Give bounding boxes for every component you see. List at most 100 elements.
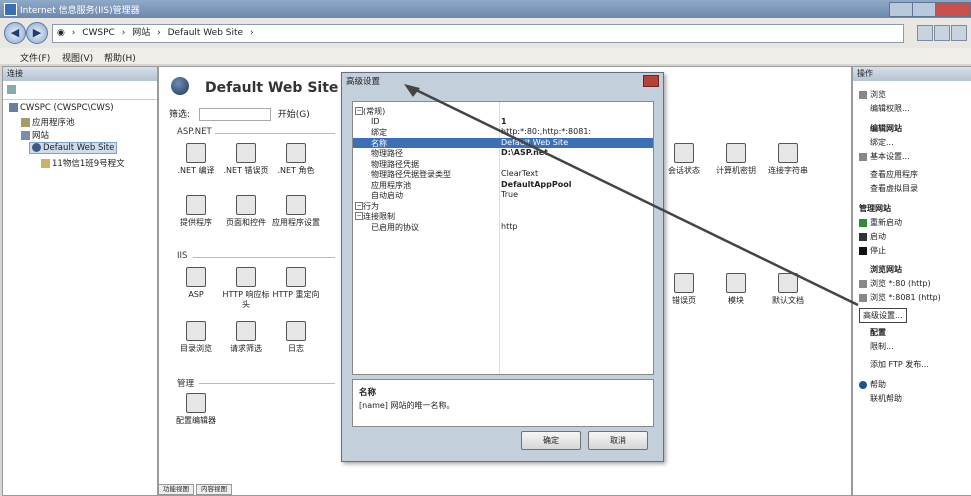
- tree-item-default-web-site[interactable]: Default Web Site: [29, 142, 118, 154]
- action-view-vdirs[interactable]: 查看虚拟目录: [870, 183, 918, 194]
- maximize-button[interactable]: [912, 2, 936, 17]
- action-browse-80[interactable]: 浏览 *:80 (http): [859, 278, 931, 289]
- property-grid[interactable]: − (常规) ID 1 绑定 http:*:80:,http:*:8081: 名称 Defau…: [352, 101, 654, 375]
- action-start[interactable]: 启动: [859, 231, 886, 242]
- breadcrumb[interactable]: ◉ › CWSPC › 网站 › Default Web Site ›: [52, 24, 904, 43]
- tree-label: 应用程序池: [32, 118, 75, 128]
- feature-error-pages[interactable]: 错误页: [659, 273, 709, 306]
- feature-directory-browsing[interactable]: 目录浏览: [171, 321, 221, 354]
- error-page-icon: [236, 143, 256, 163]
- error-pages-icon: [674, 273, 694, 293]
- property-key: (常规): [363, 107, 386, 116]
- tab-content-view[interactable]: 内容视图: [196, 484, 232, 495]
- action-limits[interactable]: 限制...: [870, 341, 894, 352]
- feature-label: .NET 编译: [177, 166, 215, 175]
- help-icon[interactable]: [951, 25, 967, 41]
- property-value: http: [501, 221, 518, 231]
- feature-logging[interactable]: 日志: [271, 321, 321, 354]
- feature-net-error-pages[interactable]: .NET 错误页: [221, 143, 271, 176]
- cancel-button[interactable]: 取消: [588, 431, 648, 450]
- breadcrumb-item[interactable]: CWSPC: [82, 28, 115, 38]
- site-icon: ◉: [57, 28, 65, 38]
- expand-icon[interactable]: −: [355, 107, 363, 115]
- property-category[interactable]: − 连接限制: [353, 211, 653, 222]
- property-row[interactable]: ID 1: [353, 117, 653, 128]
- feature-modules[interactable]: 模块: [711, 273, 761, 306]
- action-help[interactable]: 帮助: [859, 379, 886, 390]
- action-label: 帮助: [870, 380, 886, 389]
- action-online-help[interactable]: 联机帮助: [870, 393, 902, 404]
- connection-strings-icon: [778, 143, 798, 163]
- action-browse[interactable]: 浏览: [859, 89, 886, 100]
- feature-request-filtering[interactable]: 请求筛选: [221, 321, 271, 354]
- dialog-close-button[interactable]: [643, 75, 659, 87]
- back-button[interactable]: ◀: [4, 22, 26, 44]
- property-row[interactable]: 绑定 http:*:80:,http:*:8081:: [353, 127, 653, 138]
- connect-icon[interactable]: [7, 85, 16, 94]
- globe-icon: [32, 143, 41, 152]
- property-row[interactable]: 物理路径凭据登录类型 ClearText: [353, 169, 653, 180]
- feature-session-state[interactable]: 会话状态: [659, 143, 709, 176]
- action-view-apps[interactable]: 查看应用程序: [870, 169, 918, 180]
- feature-connection-strings[interactable]: 连接字符串: [763, 143, 813, 176]
- breadcrumb-sep: ›: [249, 28, 254, 38]
- close-button[interactable]: [935, 2, 971, 17]
- tree-item-app-pools[interactable]: 应用程序池: [21, 116, 75, 128]
- feature-default-document[interactable]: 默认文档: [763, 273, 813, 306]
- property-value: True: [501, 190, 518, 199]
- feature-machine-key[interactable]: 计算机密钥: [711, 143, 761, 176]
- property-row[interactable]: 名称 Default Web Site: [353, 137, 653, 148]
- session-state-icon: [674, 143, 694, 163]
- action-add-ftp[interactable]: 添加 FTP 发布...: [870, 359, 929, 370]
- action-browse-8081[interactable]: 浏览 *:8081 (http): [859, 292, 941, 303]
- property-category[interactable]: − 行为: [353, 201, 653, 212]
- tree-item-sites[interactable]: 网站: [21, 129, 49, 141]
- action-basic-settings[interactable]: 基本设置...: [859, 151, 910, 162]
- action-bindings[interactable]: 绑定...: [870, 137, 894, 148]
- action-edit-permissions[interactable]: 编辑权限...: [870, 103, 910, 114]
- menu-view[interactable]: 视图(V): [62, 51, 93, 64]
- menu-file[interactable]: 文件(F): [20, 51, 50, 64]
- breadcrumb-item[interactable]: Default Web Site: [168, 28, 244, 38]
- feature-app-settings[interactable]: 应用程序设置: [271, 195, 321, 228]
- property-row[interactable]: 物理路径 D:\ASP.net: [353, 148, 653, 159]
- sites-folder-icon: [21, 131, 30, 140]
- property-row[interactable]: 自动启动 True: [353, 190, 653, 201]
- action-label: 浏览 *:8081 (http): [870, 293, 941, 302]
- feature-net-roles[interactable]: .NET 角色: [271, 143, 321, 176]
- feature-http-redirect[interactable]: HTTP 重定向: [271, 267, 321, 300]
- filter-row: 筛选: 开始(G): [169, 107, 310, 121]
- start-button[interactable]: 开始(G): [278, 110, 310, 120]
- ok-button[interactable]: 确定: [521, 431, 581, 450]
- expand-icon[interactable]: −: [355, 212, 363, 220]
- feature-asp[interactable]: ASP: [171, 267, 221, 300]
- filter-label: 筛选:: [169, 110, 191, 120]
- expand-icon[interactable]: −: [355, 201, 363, 210]
- forward-button[interactable]: ▶: [26, 22, 48, 44]
- property-row[interactable]: 已启用的协议 http: [353, 222, 653, 233]
- tab-features-view[interactable]: 功能视图: [158, 484, 194, 495]
- tree-item-folder[interactable]: 11物信1班9号程文: [41, 157, 125, 169]
- feature-providers[interactable]: 提供程序: [171, 195, 221, 228]
- action-stop[interactable]: 停止: [859, 245, 886, 256]
- minimize-button[interactable]: [889, 2, 913, 17]
- site-globe-icon: [171, 77, 189, 95]
- property-category[interactable]: − (常规): [353, 106, 653, 117]
- feature-pages-controls[interactable]: 页面和控件: [221, 195, 271, 228]
- menu-help[interactable]: 帮助(H): [104, 51, 136, 64]
- tree-item-server[interactable]: CWSPC (CWSPC\CWS): [9, 103, 114, 113]
- compile-icon: [186, 143, 206, 163]
- property-row[interactable]: 物理路径凭据: [353, 159, 653, 170]
- property-row[interactable]: 应用程序池 DefaultAppPool: [353, 180, 653, 191]
- filter-input[interactable]: [198, 108, 271, 121]
- action-restart[interactable]: 重新启动: [859, 217, 902, 228]
- stop-icon[interactable]: [934, 25, 950, 41]
- refresh-icon[interactable]: [917, 25, 933, 41]
- action-advanced-settings[interactable]: 高级设置...: [859, 308, 907, 323]
- breadcrumb-item[interactable]: 网站: [132, 28, 150, 38]
- breadcrumb-sep: ›: [121, 28, 126, 38]
- feature-http-headers[interactable]: HTTP 响应标头: [221, 267, 271, 310]
- http-headers-icon: [236, 267, 256, 287]
- feature-net-compilation[interactable]: .NET 编译: [171, 143, 221, 176]
- feature-config-editor[interactable]: 配置编辑器: [171, 393, 221, 426]
